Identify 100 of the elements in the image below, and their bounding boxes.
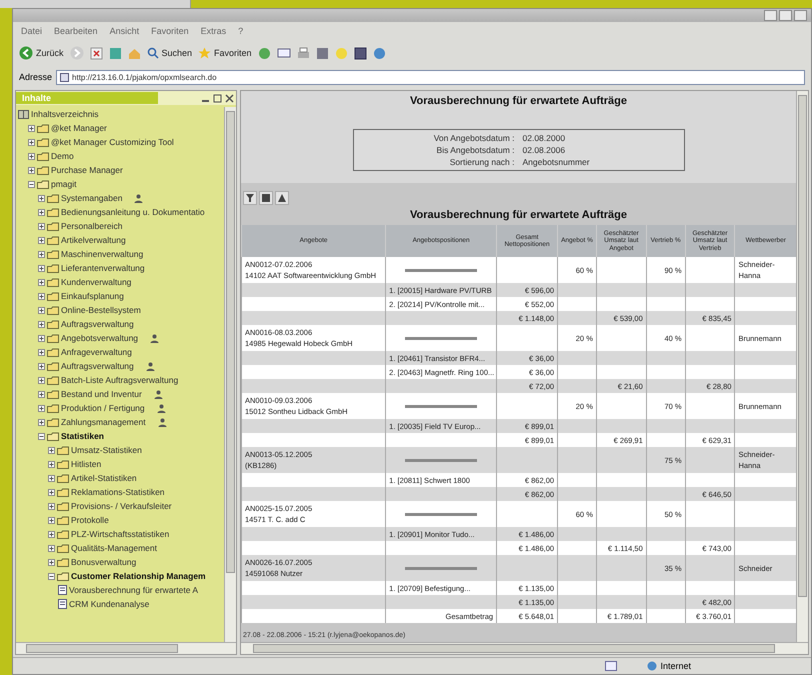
close-icon[interactable] bbox=[225, 94, 234, 102]
grid-button[interactable] bbox=[259, 191, 273, 205]
tree-item[interactable]: Protokolle bbox=[71, 515, 109, 525]
expand-icon[interactable] bbox=[48, 530, 55, 538]
tree-item[interactable]: Produktion / Fertigung bbox=[61, 403, 145, 413]
address-field[interactable]: http://213.16.0.1/pjakom/opxmlsearch.do bbox=[56, 70, 805, 84]
back-button[interactable]: Zurück bbox=[19, 46, 64, 60]
expand-icon[interactable] bbox=[28, 124, 35, 132]
expand-icon[interactable] bbox=[38, 376, 45, 384]
expand-icon[interactable] bbox=[38, 250, 45, 258]
menu-item[interactable]: Extras bbox=[200, 26, 226, 36]
scrollbar[interactable] bbox=[796, 91, 808, 642]
expand-icon[interactable] bbox=[38, 418, 45, 426]
expand-icon[interactable] bbox=[38, 362, 45, 370]
tree-item[interactable]: Artikel-Statistiken bbox=[71, 473, 137, 483]
tree-item[interactable]: Inhaltsverzeichnis bbox=[31, 109, 99, 119]
expand-icon[interactable] bbox=[38, 390, 45, 398]
expand-icon[interactable] bbox=[38, 404, 45, 412]
expand-icon[interactable] bbox=[48, 544, 55, 552]
tree-item[interactable]: @ket Manager bbox=[51, 123, 107, 133]
tree-item[interactable]: Purchase Manager bbox=[51, 165, 123, 175]
collapse-icon[interactable] bbox=[28, 180, 35, 188]
expand-icon[interactable] bbox=[28, 152, 35, 160]
tree-item[interactable]: Anfrageverwaltung bbox=[61, 347, 132, 357]
menu-item[interactable]: Favoriten bbox=[151, 26, 189, 36]
print-icon[interactable] bbox=[296, 46, 310, 60]
tree-item[interactable]: Zahlungsmanagement bbox=[61, 417, 146, 427]
window-icon[interactable] bbox=[354, 46, 367, 60]
expand-icon[interactable] bbox=[38, 194, 45, 202]
tree-item[interactable]: Lieferantenverwaltung bbox=[61, 263, 145, 273]
tree-item[interactable]: PLZ-Wirtschaftsstatistiken bbox=[71, 529, 170, 539]
tree-item[interactable]: Bestand und Inventur bbox=[61, 389, 142, 399]
tree-item[interactable]: Systemangaben bbox=[61, 193, 122, 203]
expand-icon[interactable] bbox=[48, 558, 55, 566]
expand-icon[interactable] bbox=[48, 460, 55, 468]
tree-item[interactable]: Provisions- / Verkaufsleiter bbox=[71, 501, 172, 511]
tree-item[interactable]: Bonusverwaltung bbox=[71, 557, 136, 567]
expand-icon[interactable] bbox=[48, 446, 55, 454]
expand-icon[interactable] bbox=[28, 138, 35, 146]
tree-item[interactable]: Batch-Liste Auftragsverwaltung bbox=[61, 375, 178, 385]
expand-icon[interactable] bbox=[38, 348, 45, 356]
expand-icon[interactable] bbox=[38, 264, 45, 272]
expand-icon[interactable] bbox=[48, 502, 55, 510]
maximize-button[interactable] bbox=[779, 10, 792, 21]
expand-icon[interactable] bbox=[38, 236, 45, 244]
tree-item[interactable]: Einkaufsplanung bbox=[61, 291, 124, 301]
folder-icon bbox=[47, 236, 59, 244]
minimize-button[interactable] bbox=[764, 10, 777, 21]
expand-icon[interactable] bbox=[38, 222, 45, 230]
tree-item[interactable]: Maschinenverwaltung bbox=[61, 249, 144, 259]
tree-item[interactable]: Qualitäts-Management bbox=[71, 543, 157, 553]
filter-button[interactable] bbox=[243, 191, 257, 205]
expand-icon[interactable] bbox=[48, 474, 55, 482]
expand-icon[interactable] bbox=[38, 278, 45, 286]
export-button[interactable] bbox=[275, 191, 289, 205]
stop-icon[interactable] bbox=[90, 46, 103, 60]
tree-item[interactable]: Demo bbox=[51, 151, 74, 161]
tree-item[interactable]: Angebotsverwaltung bbox=[61, 333, 138, 343]
expand-icon[interactable] bbox=[38, 320, 45, 328]
close-button[interactable] bbox=[794, 10, 807, 21]
tree-item[interactable]: CRM Kundenanalyse bbox=[69, 599, 150, 609]
search-button[interactable]: Suchen bbox=[146, 47, 192, 59]
expand-icon[interactable] bbox=[38, 292, 45, 300]
menu-item[interactable]: Bearbeiten bbox=[54, 26, 98, 36]
folder-icon bbox=[47, 250, 59, 258]
tree-item[interactable]: Hitlisten bbox=[71, 459, 102, 469]
expand-icon[interactable] bbox=[38, 306, 45, 314]
menu-item[interactable]: ? bbox=[238, 26, 244, 36]
scrollbar[interactable] bbox=[16, 642, 236, 654]
expand-icon[interactable] bbox=[28, 166, 35, 174]
expand-icon[interactable] bbox=[48, 488, 55, 496]
favorites-button[interactable]: Favoriten bbox=[198, 46, 252, 60]
tree-item[interactable]: Auftragsverwaltung bbox=[61, 361, 134, 371]
tree-item[interactable]: Bedienungsanleitung u. Dokumentatio bbox=[61, 207, 205, 217]
tree-item[interactable]: Umsatz-Statistiken bbox=[71, 445, 142, 455]
parameter-box: Von Angebotsdatum : 02.08.2000 Bis Angebotsdatum : 02.08.2006 Sortierung nach : Angebotsnummer bbox=[352, 129, 684, 171]
tree-item[interactable]: Auftragsverwaltung bbox=[61, 319, 134, 329]
tree-item[interactable]: Statistiken bbox=[61, 431, 104, 441]
tree-item[interactable]: Customer Relationship Managem bbox=[71, 571, 206, 581]
scrollbar[interactable] bbox=[224, 107, 236, 642]
scrollbar[interactable] bbox=[241, 642, 808, 654]
mail-icon[interactable] bbox=[276, 47, 291, 59]
tree-item[interactable]: Online-Bestellsystem bbox=[61, 305, 141, 315]
menu-item[interactable]: Ansicht bbox=[110, 26, 140, 36]
tree-item[interactable]: Personalbereich bbox=[61, 221, 122, 231]
expand-icon[interactable] bbox=[48, 516, 55, 524]
maximize-icon[interactable] bbox=[213, 94, 222, 102]
tree-item[interactable]: Vorausberechnung für erwartete A bbox=[69, 585, 198, 595]
collapse-icon[interactable] bbox=[48, 572, 55, 580]
collapse-icon[interactable] bbox=[38, 432, 45, 440]
tree-item[interactable]: @ket Manager Customizing Tool bbox=[51, 137, 174, 147]
expand-icon[interactable] bbox=[38, 208, 45, 216]
expand-icon[interactable] bbox=[38, 334, 45, 342]
tree-item[interactable]: Reklamations-Statistiken bbox=[71, 487, 165, 497]
tree-item[interactable]: pmagit bbox=[51, 179, 77, 189]
edit-icon[interactable] bbox=[316, 46, 329, 60]
tree-item[interactable]: Kundenverwaltung bbox=[61, 277, 132, 287]
menu-item[interactable]: Datei bbox=[21, 26, 42, 36]
globe-icon[interactable] bbox=[372, 46, 386, 60]
tree-item[interactable]: Artikelverwaltung bbox=[61, 235, 126, 245]
